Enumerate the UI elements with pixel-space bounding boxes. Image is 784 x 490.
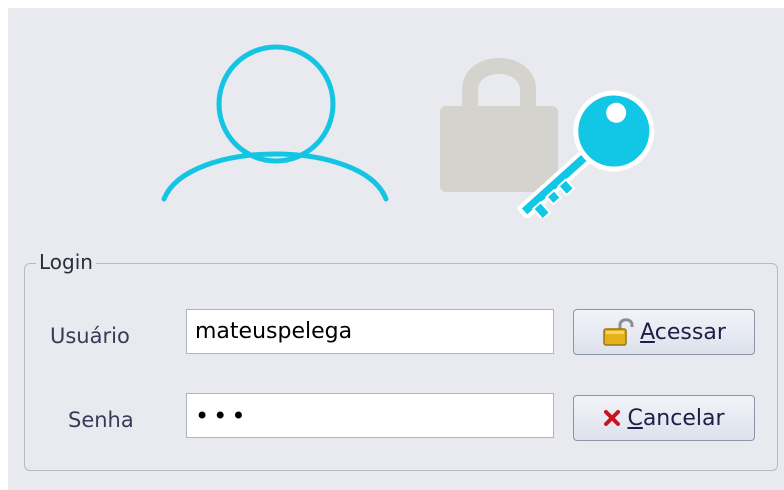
access-button-mnemonic: A xyxy=(640,319,655,345)
cancel-button-mnemonic: C xyxy=(627,405,643,431)
header-illustration xyxy=(8,8,784,228)
access-button-label: cessar xyxy=(654,319,726,345)
password-input[interactable] xyxy=(186,393,554,438)
cancel-button-label: ancelar xyxy=(642,405,725,431)
open-padlock-icon xyxy=(602,317,634,347)
lock-key-icon xyxy=(440,58,655,218)
login-group-title: Login xyxy=(36,250,96,274)
access-button[interactable]: Acessar xyxy=(573,309,755,355)
login-group: Login Usuário Senha Acessar Cancelar xyxy=(24,250,778,471)
red-x-icon xyxy=(603,409,621,427)
username-input[interactable] xyxy=(186,309,554,354)
username-label: Usuário xyxy=(50,324,130,348)
login-window: Login Usuário Senha Acessar Cancelar xyxy=(8,8,784,490)
password-label: Senha xyxy=(68,408,134,432)
cancel-button[interactable]: Cancelar xyxy=(573,395,755,441)
user-icon xyxy=(161,44,389,202)
